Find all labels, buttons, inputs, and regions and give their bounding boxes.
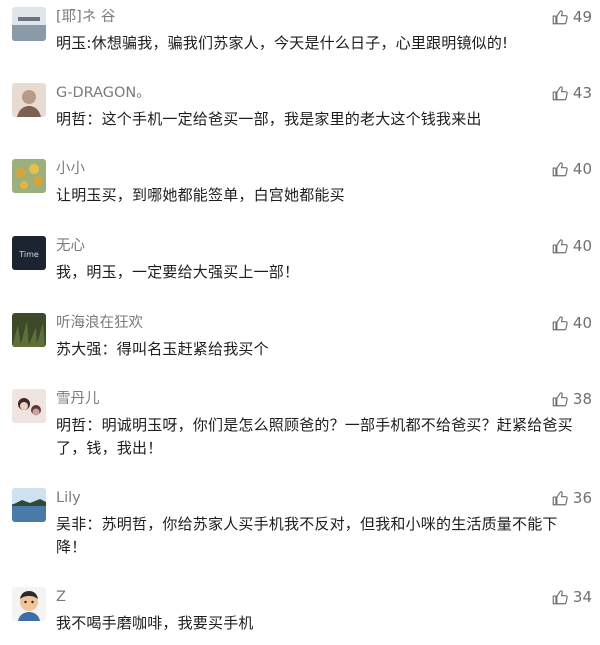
comment-text: 我，明玉，一定要给大强买上一部！ <box>56 263 300 281</box>
comment-text: 吴非：苏明哲，你给苏家人买手机我不反对，但我和小咪的生活质量不能下降！ <box>56 515 558 556</box>
like-count: 36 <box>572 489 592 507</box>
comment-nickname[interactable]: 小小 <box>56 160 85 178</box>
thumbs-up-icon <box>551 160 573 178</box>
comment-text: 明哲：这个手机一定给爸买一部，我是家里的老大这个钱我来出 <box>56 110 482 128</box>
like-count: 38 <box>572 390 592 408</box>
comment-nickname[interactable]: 雪丹儿 <box>56 390 100 408</box>
like-button[interactable]: 38 <box>551 388 592 410</box>
thumbs-up-icon <box>551 8 573 26</box>
like-button[interactable]: 40 <box>551 158 592 180</box>
cartoon-avatar-icon[interactable] <box>12 587 46 621</box>
time-avatar-icon[interactable]: Time <box>12 236 46 270</box>
comment-text: 明哲：明诚明玉呀，你们是怎么照顾爸的？一部手机都不给爸买？赶紧给爸买了，钱，我出… <box>56 416 573 457</box>
comment-nickname[interactable]: 听海浪在狂欢 <box>56 314 143 332</box>
comment-item: 听海浪在狂欢苏大强：得叫名玉赶紧给我买个 40 <box>0 310 600 384</box>
comment-item: Z 我不喝手磨咖啡，我要买手机 34 <box>0 584 600 645</box>
comment-nickname[interactable]: G-DRAGON。 <box>56 84 151 102</box>
person-avatar-icon[interactable] <box>12 83 46 117</box>
thumbs-up-icon <box>551 390 573 408</box>
svg-text:Time: Time <box>18 250 39 259</box>
comment-item: 小小让明玉买，到哪她都能签单，白宫她都能买 40 <box>0 156 600 230</box>
like-count: 43 <box>572 84 592 102</box>
like-count: 40 <box>572 314 592 332</box>
like-button[interactable]: 40 <box>551 312 592 334</box>
comment-nickname[interactable]: Lily <box>56 489 81 507</box>
thumbs-up-icon <box>551 489 573 507</box>
thumbs-up-icon <box>551 84 573 102</box>
comment-nickname[interactable]: [耶]ネ 谷 <box>56 8 115 26</box>
like-count: 40 <box>572 237 592 255</box>
like-button[interactable]: 43 <box>551 82 592 104</box>
grass-avatar-icon[interactable] <box>12 313 46 347</box>
landscape-avatar-icon[interactable] <box>12 7 46 41</box>
like-button[interactable]: 34 <box>551 586 592 608</box>
thumbs-up-icon <box>551 237 573 255</box>
comment-nickname[interactable]: 无心 <box>56 237 85 255</box>
like-button[interactable]: 36 <box>551 487 592 509</box>
comment-nickname[interactable]: Z <box>56 588 66 606</box>
comment-text: 让明玉买，到哪她都能签单，白宫她都能买 <box>56 186 345 204</box>
like-button[interactable]: 49 <box>551 6 592 28</box>
comment-item: [耶]ネ 谷明玉:休想骗我，骗我们苏家人，今天是什么日子，心里跟明镜似的! 49 <box>0 4 600 78</box>
comment-text: 明玉:休想骗我，骗我们苏家人，今天是什么日子，心里跟明镜似的! <box>56 34 509 52</box>
flowers-avatar-icon[interactable] <box>12 159 46 193</box>
comment-item: Time 无心我，明玉，一定要给大强买上一部！ 40 <box>0 233 600 307</box>
comment-text: 苏大强：得叫名玉赶紧给我买个 <box>56 340 269 358</box>
comment-item: G-DRAGON。明哲：这个手机一定给爸买一部，我是家里的老大这个钱我来出 43 <box>0 80 600 154</box>
comment-item: 雪丹儿明哲：明诚明玉呀，你们是怎么照顾爸的？一部手机都不给爸买？赶紧给爸买了，钱… <box>0 386 600 478</box>
people-avatar-icon[interactable] <box>12 389 46 423</box>
thumbs-up-icon <box>551 314 573 332</box>
like-count: 34 <box>572 588 592 606</box>
like-button[interactable]: 40 <box>551 235 592 257</box>
comment-item: Lily 吴非：苏明哲，你给苏家人买手机我不反对，但我和小咪的生活质量不能下降！ 3… <box>0 485 600 577</box>
thumbs-up-icon <box>551 588 573 606</box>
comment-text: 我不喝手磨咖啡，我要买手机 <box>56 614 254 632</box>
like-count: 40 <box>572 160 592 178</box>
like-count: 49 <box>572 8 592 26</box>
sea-avatar-icon[interactable] <box>12 488 46 522</box>
